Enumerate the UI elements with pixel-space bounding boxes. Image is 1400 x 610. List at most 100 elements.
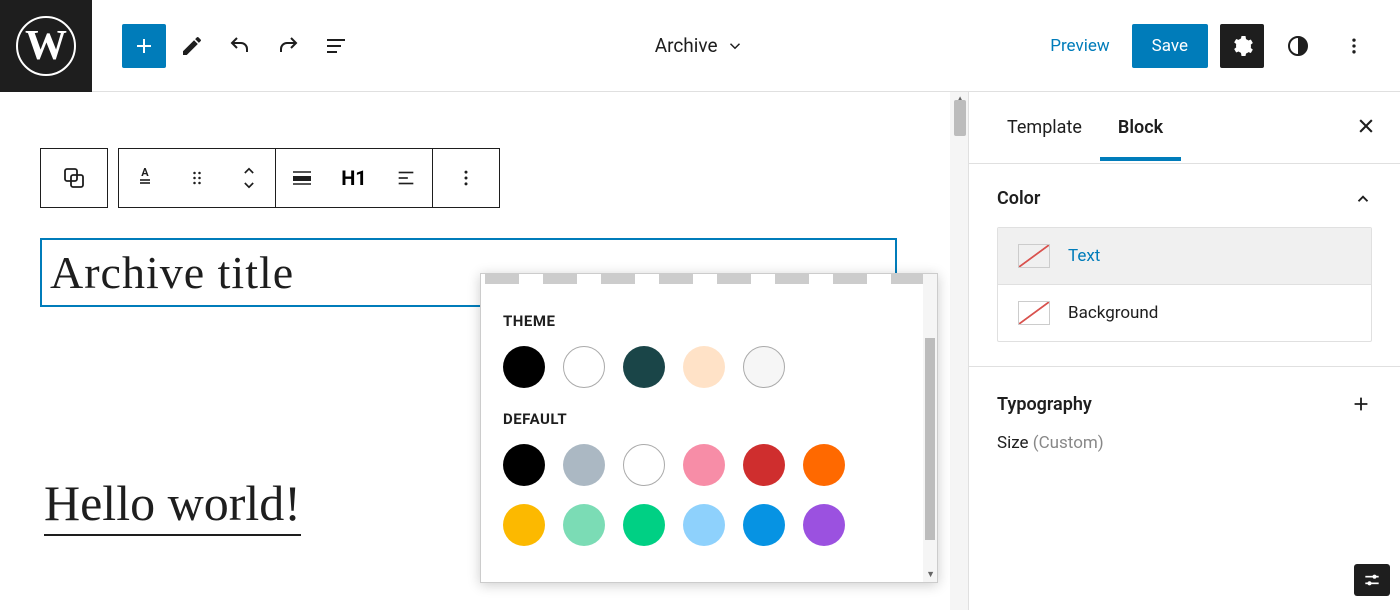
default-section-label: DEFAULT xyxy=(481,388,937,444)
add-block-button[interactable] xyxy=(122,24,166,68)
heading-level-label: H1 xyxy=(333,166,375,190)
popover-scrollbar-thumb[interactable] xyxy=(925,338,935,540)
main-area: ▲ A xyxy=(0,92,1400,610)
gear-icon xyxy=(1230,34,1254,58)
color-swatch[interactable] xyxy=(743,504,785,546)
color-swatch[interactable] xyxy=(743,346,785,388)
toolbar-right: Preview Save xyxy=(1040,24,1376,68)
block-more-button[interactable] xyxy=(433,148,499,208)
heading-level-button[interactable]: H1 xyxy=(328,148,380,208)
background-color-indicator xyxy=(1018,301,1050,325)
color-item-text[interactable]: Text xyxy=(998,228,1371,285)
settings-button[interactable] xyxy=(1220,24,1264,68)
group-icon xyxy=(62,166,86,190)
block-toolbar: A H1 xyxy=(40,148,928,208)
archive-title-icon: A xyxy=(133,166,157,190)
contrast-icon xyxy=(1286,34,1310,58)
pencil-icon xyxy=(180,34,204,58)
block-type-button[interactable]: A xyxy=(119,148,171,208)
font-size-row[interactable]: Size (Custom) xyxy=(969,425,1400,461)
post-title-link[interactable]: Hello world! xyxy=(44,474,301,536)
template-title[interactable]: Archive xyxy=(358,34,1040,57)
color-swatch[interactable] xyxy=(503,346,545,388)
list-view-button[interactable] xyxy=(314,24,358,68)
kebab-icon xyxy=(456,168,476,188)
color-swatch[interactable] xyxy=(683,504,725,546)
size-value: (Custom) xyxy=(1033,433,1104,453)
color-section: Color Text Background xyxy=(969,164,1400,367)
color-swatch[interactable] xyxy=(623,504,665,546)
undo-icon xyxy=(228,34,252,58)
parent-block-button[interactable] xyxy=(41,148,107,208)
chevron-up-icon[interactable] xyxy=(1354,190,1372,208)
editor-canvas[interactable]: ▲ A xyxy=(0,92,968,610)
text-align-left-icon xyxy=(395,167,417,189)
size-custom-toggle[interactable] xyxy=(1354,564,1390,596)
list-icon xyxy=(324,34,348,58)
wordpress-icon: W xyxy=(16,16,76,76)
default-swatches-row2 xyxy=(481,504,937,546)
theme-section-label: THEME xyxy=(481,284,937,346)
background-color-label: Background xyxy=(1068,303,1158,323)
parent-block-group xyxy=(40,148,108,208)
color-swatch[interactable] xyxy=(683,444,725,486)
popover-scrollbar[interactable]: ▼ xyxy=(923,274,937,582)
default-swatches-row1 xyxy=(481,444,937,486)
align-button[interactable] xyxy=(276,148,328,208)
color-item-background[interactable]: Background xyxy=(998,285,1371,341)
toolbar-left xyxy=(122,24,358,68)
color-swatch[interactable] xyxy=(683,346,725,388)
align-wide-icon xyxy=(290,166,314,190)
scrollbar-thumb[interactable] xyxy=(954,100,966,136)
drag-handle[interactable] xyxy=(171,148,223,208)
color-picker-popover: ▼ THEME DEFAULT xyxy=(480,273,938,583)
tab-template[interactable]: Template xyxy=(989,95,1100,160)
close-sidebar-button[interactable] xyxy=(1356,116,1376,142)
plus-icon[interactable] xyxy=(1350,393,1372,415)
color-swatch[interactable] xyxy=(803,504,845,546)
move-up-down-button[interactable] xyxy=(223,148,275,208)
scroll-down-icon: ▼ xyxy=(926,569,935,580)
more-menu-button[interactable] xyxy=(1332,24,1376,68)
color-swatch[interactable] xyxy=(563,504,605,546)
typography-title: Typography xyxy=(997,394,1092,415)
move-arrows-icon xyxy=(239,163,259,193)
preview-button[interactable]: Preview xyxy=(1040,36,1119,56)
color-swatch[interactable] xyxy=(623,346,665,388)
settings-sidebar: Template Block Color Text Background xyxy=(968,92,1400,610)
close-icon xyxy=(1356,116,1376,136)
editor-scrollbar[interactable]: ▲ xyxy=(950,92,968,610)
drag-icon xyxy=(187,168,207,188)
plus-icon xyxy=(132,34,156,58)
sliders-icon xyxy=(1362,570,1382,590)
block-tools-group: A H1 xyxy=(118,148,500,208)
color-section-title: Color xyxy=(997,188,1040,209)
color-swatch[interactable] xyxy=(503,504,545,546)
color-swatch[interactable] xyxy=(563,346,605,388)
top-bar: W Archive Preview Save xyxy=(0,0,1400,92)
color-swatch[interactable] xyxy=(503,444,545,486)
text-align-button[interactable] xyxy=(380,148,432,208)
redo-icon xyxy=(276,34,300,58)
color-swatch[interactable] xyxy=(623,444,665,486)
popover-drag-handle[interactable] xyxy=(485,274,933,284)
undo-button[interactable] xyxy=(218,24,262,68)
typography-section-header: Typography xyxy=(969,367,1400,425)
tab-block[interactable]: Block xyxy=(1100,95,1181,160)
theme-swatches xyxy=(481,346,937,388)
size-label: Size xyxy=(997,433,1029,453)
redo-button[interactable] xyxy=(266,24,310,68)
title-text: Archive xyxy=(655,34,718,57)
color-swatch[interactable] xyxy=(563,444,605,486)
kebab-icon xyxy=(1344,36,1364,56)
save-button[interactable]: Save xyxy=(1132,24,1208,68)
edit-button[interactable] xyxy=(170,24,214,68)
color-swatch[interactable] xyxy=(743,444,785,486)
color-items: Text Background xyxy=(997,227,1372,342)
svg-text:A: A xyxy=(141,166,149,179)
text-color-label: Text xyxy=(1068,246,1100,266)
styles-button[interactable] xyxy=(1276,24,1320,68)
wp-logo-button[interactable]: W xyxy=(0,0,92,92)
chevron-down-icon xyxy=(726,37,744,55)
color-swatch[interactable] xyxy=(803,444,845,486)
